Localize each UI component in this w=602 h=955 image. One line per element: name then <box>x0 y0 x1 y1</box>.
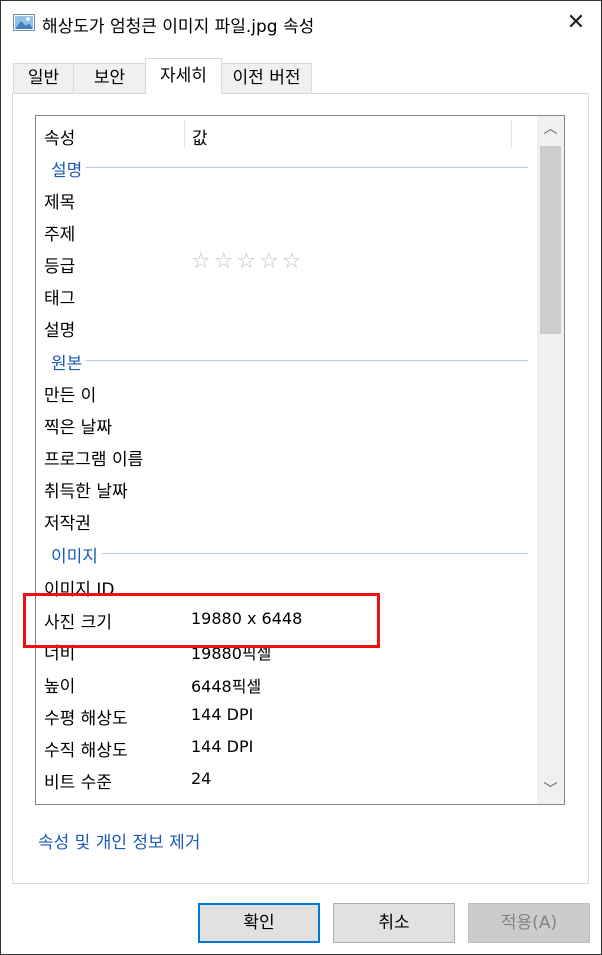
property-label: 프로그램 이름 <box>44 450 144 470</box>
property-row-horizontal-resolution[interactable]: 수평 해상도 144 DPI <box>36 699 536 731</box>
chevron-up-icon: ︿ <box>543 121 558 137</box>
property-row-bit-depth[interactable]: 비트 수준 24 <box>36 763 536 795</box>
property-row-vertical-resolution[interactable]: 수직 해상도 144 DPI <box>36 731 536 763</box>
property-label: 수평 해상도 <box>44 709 128 729</box>
property-label: 비트 수준 <box>44 773 112 793</box>
group-header-description[interactable]: 설명 <box>36 151 536 183</box>
property-label: 취득한 날짜 <box>44 482 128 502</box>
property-label: 저작권 <box>44 514 91 534</box>
property-row-height[interactable]: 높이 6448픽셀 <box>36 667 536 699</box>
tab-previous-versions[interactable]: 이전 버전 <box>221 63 312 93</box>
property-label: 태그 <box>44 289 76 309</box>
property-row-comments[interactable]: 설명 <box>36 311 536 343</box>
close-icon: ✕ <box>566 10 586 35</box>
group-divider <box>51 553 528 554</box>
remove-properties-link[interactable]: 속성 및 개인 정보 제거 <box>38 828 200 853</box>
group-header-origin[interactable]: 원본 <box>36 344 536 376</box>
chevron-down-icon: ﹀ <box>543 782 558 798</box>
group-divider <box>51 167 528 168</box>
property-label: 만든 이 <box>44 386 97 406</box>
vertical-scrollbar[interactable]: ︿ ﹀ <box>537 116 564 804</box>
property-label: 등급 <box>44 257 76 277</box>
column-header-value[interactable]: 값 <box>192 124 208 149</box>
group-label: 원본 <box>51 349 87 374</box>
group-header-image[interactable]: 이미지 <box>36 537 536 569</box>
scroll-up-button[interactable]: ︿ <box>537 116 564 143</box>
property-label: 주제 <box>44 225 76 245</box>
close-button[interactable]: ✕ <box>559 7 593 39</box>
property-row-rating[interactable]: 등급 ☆☆☆☆☆ <box>36 247 536 279</box>
property-row-subject[interactable]: 주제 <box>36 215 536 247</box>
apply-button[interactable]: 적용(A) <box>468 903 590 943</box>
property-row-tags[interactable]: 태그 <box>36 279 536 311</box>
property-row-authors[interactable]: 만든 이 <box>36 376 536 408</box>
property-value: 6448픽셀 <box>191 677 262 696</box>
group-label: 설명 <box>51 156 87 181</box>
ok-button[interactable]: 확인 <box>198 903 320 943</box>
tab-general[interactable]: 일반 <box>13 63 74 93</box>
property-row-date-acquired[interactable]: 취득한 날짜 <box>36 472 536 504</box>
property-label: 수직 해상도 <box>44 741 128 761</box>
cancel-button[interactable]: 취소 <box>333 903 455 943</box>
title-bar: 해상도가 엄청큰 이미지 파일.jpg 속성 ✕ <box>1 1 601 45</box>
property-label: 제목 <box>44 193 76 213</box>
highlight-annotation-box <box>23 593 380 648</box>
group-label: 이미지 <box>51 542 102 567</box>
property-row-date-taken[interactable]: 찍은 날짜 <box>36 408 536 440</box>
details-list: 속성 값 설명 제목 주제 등급 ☆☆☆☆☆ 태그 설명 원본 만든 이 찍은 … <box>35 115 565 805</box>
property-label: 찍은 날짜 <box>44 418 112 438</box>
property-value: 24 <box>191 769 212 788</box>
column-header-property[interactable]: 속성 <box>44 124 75 149</box>
properties-dialog: 해상도가 엄청큰 이미지 파일.jpg 속성 ✕ 일반 보안 자세히 이전 버전… <box>0 0 602 955</box>
property-row-copyright[interactable]: 저작권 <box>36 504 536 536</box>
property-row-program-name[interactable]: 프로그램 이름 <box>36 440 536 472</box>
scrollbar-thumb[interactable] <box>540 146 561 334</box>
property-value: 144 DPI <box>191 737 254 756</box>
property-label: 설명 <box>44 321 76 341</box>
property-value: 144 DPI <box>191 705 254 724</box>
scroll-down-button[interactable]: ﹀ <box>537 777 564 804</box>
image-file-icon <box>13 14 35 31</box>
star-rating-control[interactable]: ☆☆☆☆☆ <box>191 249 305 274</box>
window-title: 해상도가 엄청큰 이미지 파일.jpg 속성 <box>42 17 315 37</box>
tab-security[interactable]: 보안 <box>73 63 146 93</box>
column-divider[interactable] <box>184 120 185 148</box>
tab-details[interactable]: 자세히 <box>145 58 222 94</box>
column-divider[interactable] <box>511 120 512 148</box>
property-label: 높이 <box>44 677 76 697</box>
group-divider <box>51 360 528 361</box>
property-row-title[interactable]: 제목 <box>36 183 536 215</box>
list-header: 속성 값 <box>36 116 536 150</box>
